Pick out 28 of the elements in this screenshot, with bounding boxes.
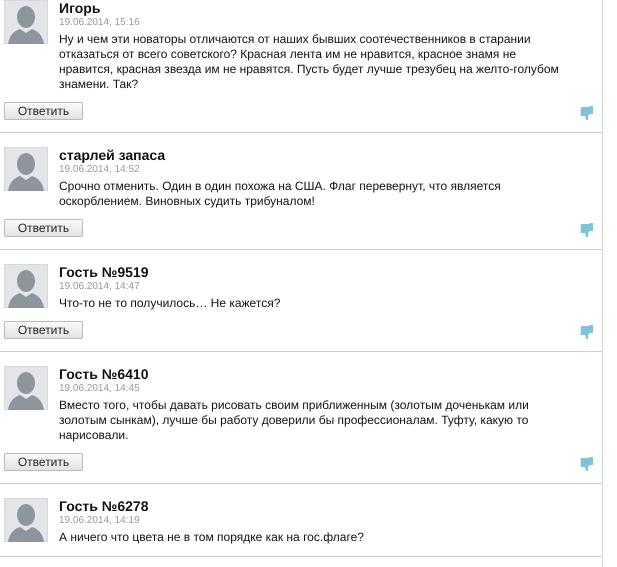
comment-date: 19.06.2014, 14:52: [59, 163, 141, 177]
thumbs-down-icon[interactable]: [580, 105, 594, 121]
comment-text: Ну и чем эти новаторы отличаются от наших бывших соотечественников в старании отказаться от всего советского? Красная лента им не нравится, красное знамя не нравится, красная звезда им не нравятся. Пусть будет лучше трезубец на желто-голубом знамени. Так?: [59, 32, 559, 92]
author-name: Игорь: [59, 0, 102, 16]
comment-text: А ничего что цвета не в том порядке как на гос.флаге?: [59, 530, 365, 545]
reply-button[interactable]: Ответить: [4, 453, 83, 471]
avatar-icon: [4, 366, 48, 410]
thumbs-down-icon[interactable]: [580, 324, 594, 340]
author-name: Гость №6278: [59, 498, 150, 514]
comment-text: Срочно отменить. Один в один похожа на США. Флаг перевернут, что является оскорблением. Виновных судить трибуналом!: [59, 179, 502, 209]
thumbs-down-icon[interactable]: [580, 456, 594, 472]
reply-button[interactable]: Ответить: [4, 321, 83, 339]
avatar-icon: [4, 147, 48, 191]
avatar-icon: [4, 0, 48, 44]
reply-button[interactable]: Ответить: [4, 102, 83, 120]
avatar-icon: [4, 498, 48, 542]
author-name: Гость №6410: [59, 366, 150, 382]
comment-text: Вместо того, чтобы давать рисовать своим приближенным (золотым доченькам или золотым сынкам), лучше бы работу доверили бы профессионалам. Туфту, какую то нарисовали.: [59, 398, 530, 443]
author-name: Гость №9519: [59, 264, 150, 280]
comment-date: 19.06.2014, 14:47: [59, 280, 141, 294]
comment-date: 19.06.2014, 15:16: [59, 16, 141, 30]
avatar-icon: [4, 264, 48, 308]
reply-button[interactable]: Ответить: [4, 219, 83, 237]
author-name: старлей запаса: [59, 147, 166, 163]
thumbs-down-icon[interactable]: [580, 222, 594, 238]
comment-text: Что-то не то получилось… Не кажется?: [59, 296, 282, 311]
comment-date: 19.06.2014, 14:19: [59, 514, 141, 528]
comment-date: 19.06.2014, 14:45: [59, 382, 141, 396]
